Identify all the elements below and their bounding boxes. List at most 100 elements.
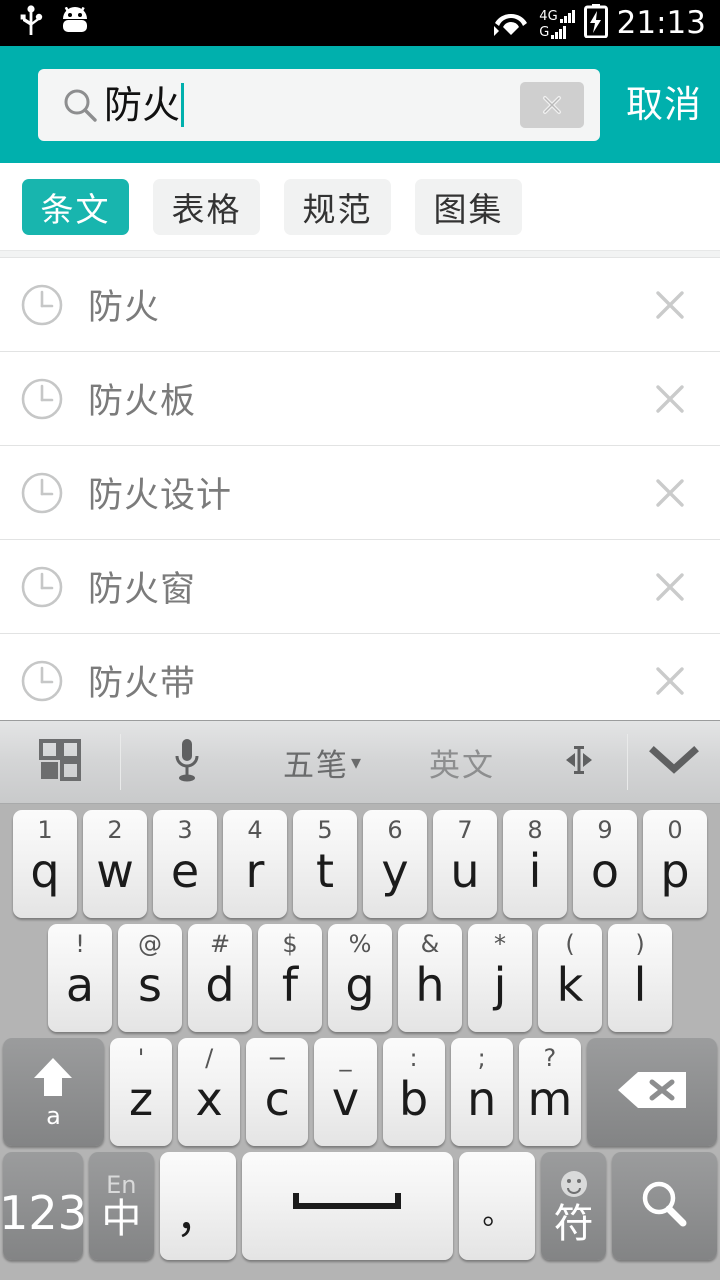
key-sup: − (267, 1044, 288, 1072)
ime-selector-button[interactable]: 五笔 ▾ (253, 720, 393, 804)
key-sup: $ (282, 930, 298, 958)
comma-label: ， (175, 1192, 220, 1243)
key-g[interactable]: % g (328, 924, 392, 1032)
list-item[interactable]: 防火带 (0, 634, 720, 720)
key-label: s (138, 958, 162, 1012)
key-m[interactable]: ? m (518, 1038, 581, 1146)
list-item[interactable]: 防火 (0, 258, 720, 352)
key-o[interactable]: 9o (573, 810, 637, 918)
key-sup: @ (138, 930, 162, 958)
key-h[interactable]: & h (398, 924, 462, 1032)
text-caret (181, 82, 185, 127)
status-bar-left-icons (0, 5, 92, 41)
keyboard-layout-button[interactable] (0, 720, 120, 804)
list-item[interactable]: 防火板 (0, 352, 720, 446)
key-sup: ? (543, 1044, 557, 1072)
key-e[interactable]: 3e (153, 810, 217, 918)
key-label: b (398, 1072, 429, 1126)
key-i[interactable]: 8i (503, 810, 567, 918)
key-sup: ( (565, 930, 575, 958)
search-input[interactable]: 防火 (38, 68, 600, 141)
list-item[interactable]: 防火窗 (0, 540, 720, 634)
key-d[interactable]: # d (188, 924, 252, 1032)
delete-history-button[interactable] (648, 565, 692, 609)
key-j[interactable]: * j (468, 924, 532, 1032)
key-y[interactable]: 6y (363, 810, 427, 918)
signal-indicator: 4G G (539, 8, 575, 40)
keyboard-row-4: 123 En 中 ， 。 符 (0, 1152, 720, 1260)
key-z[interactable]: ' z (109, 1038, 173, 1146)
delete-history-button[interactable] (648, 283, 692, 327)
key-label: v (331, 1072, 360, 1126)
key-s[interactable]: @ s (118, 924, 182, 1032)
key-l[interactable]: ) l (608, 924, 672, 1032)
key-v[interactable]: _ v (314, 1038, 377, 1146)
key-sup: 4 (247, 816, 263, 844)
key-p[interactable]: 0p (643, 810, 707, 918)
usb-icon (18, 5, 44, 41)
key-sup: 8 (527, 816, 543, 844)
chevron-down-icon (648, 743, 700, 781)
signal-4g-label: 4G (539, 8, 558, 24)
language-switch-key[interactable]: En 中 (89, 1152, 154, 1260)
key-b[interactable]: :b (382, 1038, 445, 1146)
tab-tuji[interactable]: 图集 (415, 178, 522, 235)
cancel-button[interactable]: 取消 (626, 46, 702, 163)
keyboard-row-1: 1q 2w 3e 4r 5t 6y 7u 8i 9o 0p (0, 810, 720, 918)
search-enter-key[interactable] (611, 1152, 718, 1260)
language-en-label: En (106, 1171, 137, 1199)
language-cn-label: 中 (101, 1196, 142, 1242)
voice-input-button[interactable] (121, 720, 253, 804)
key-x[interactable]: / x (178, 1038, 241, 1146)
key-sup: / (205, 1044, 214, 1072)
key-w[interactable]: 2w (83, 810, 147, 918)
shift-arrow-icon (28, 1054, 78, 1104)
shift-key[interactable]: a (2, 1038, 104, 1146)
search-query-text: 防火 (104, 82, 181, 127)
clear-search-button[interactable] (520, 81, 584, 128)
hide-keyboard-button[interactable] (628, 720, 720, 804)
smiley-icon (559, 1169, 589, 1202)
tab-biaoge[interactable]: 表格 (153, 178, 260, 235)
numeric-mode-key[interactable]: 123 (0, 1152, 87, 1260)
list-item-label: 防火带 (88, 664, 197, 704)
backspace-key[interactable] (586, 1038, 718, 1146)
delete-history-button[interactable] (648, 377, 692, 421)
keyboard-rows: 1q 2w 3e 4r 5t 6y 7u 8i 9o 0p ! a @ s # d $… (0, 804, 720, 1260)
tab-guifan[interactable]: 规范 (284, 178, 391, 235)
clock-icon (18, 375, 66, 423)
keyboard-toolbar: 五笔 ▾ 英文 (0, 720, 720, 804)
space-key[interactable] (241, 1152, 454, 1260)
keyboard-row-3: a ' z / x − c _ v :b ; n ? m (0, 1038, 720, 1146)
delete-history-button[interactable] (648, 471, 692, 515)
key-label: y (381, 844, 409, 898)
key-u[interactable]: 7u (433, 810, 497, 918)
key-k[interactable]: (k (538, 924, 602, 1032)
battery-charging-icon (583, 4, 608, 42)
symbol-key[interactable]: 符 (541, 1152, 606, 1260)
key-t[interactable]: 5t (293, 810, 357, 918)
key-a[interactable]: ! a (48, 924, 112, 1032)
key-label: e (170, 844, 200, 898)
cursor-move-button[interactable] (531, 720, 627, 804)
key-sup: ' (137, 1044, 145, 1072)
language-label: 英文 (429, 747, 495, 784)
tab-tiaowen[interactable]: 条文 (22, 178, 129, 235)
period-key[interactable]: 。 (459, 1152, 536, 1260)
key-label: c (264, 1072, 290, 1126)
signal-g-label: G (539, 24, 550, 40)
key-label: q (30, 844, 60, 898)
status-bar-clock: 21:13 (616, 5, 706, 41)
key-label: t (315, 844, 335, 898)
key-n[interactable]: ; n (450, 1038, 513, 1146)
key-q[interactable]: 1q (13, 810, 77, 918)
delete-history-button[interactable] (648, 659, 692, 703)
list-item[interactable]: 防火设计 (0, 446, 720, 540)
key-f[interactable]: $ f (258, 924, 322, 1032)
key-c[interactable]: − c (246, 1038, 309, 1146)
key-sup: 2 (107, 816, 123, 844)
list-item-label: 防火板 (88, 382, 197, 422)
comma-key[interactable]: ， (159, 1152, 236, 1260)
key-r[interactable]: 4r (223, 810, 287, 918)
language-toggle-button[interactable]: 英文 (393, 720, 531, 804)
